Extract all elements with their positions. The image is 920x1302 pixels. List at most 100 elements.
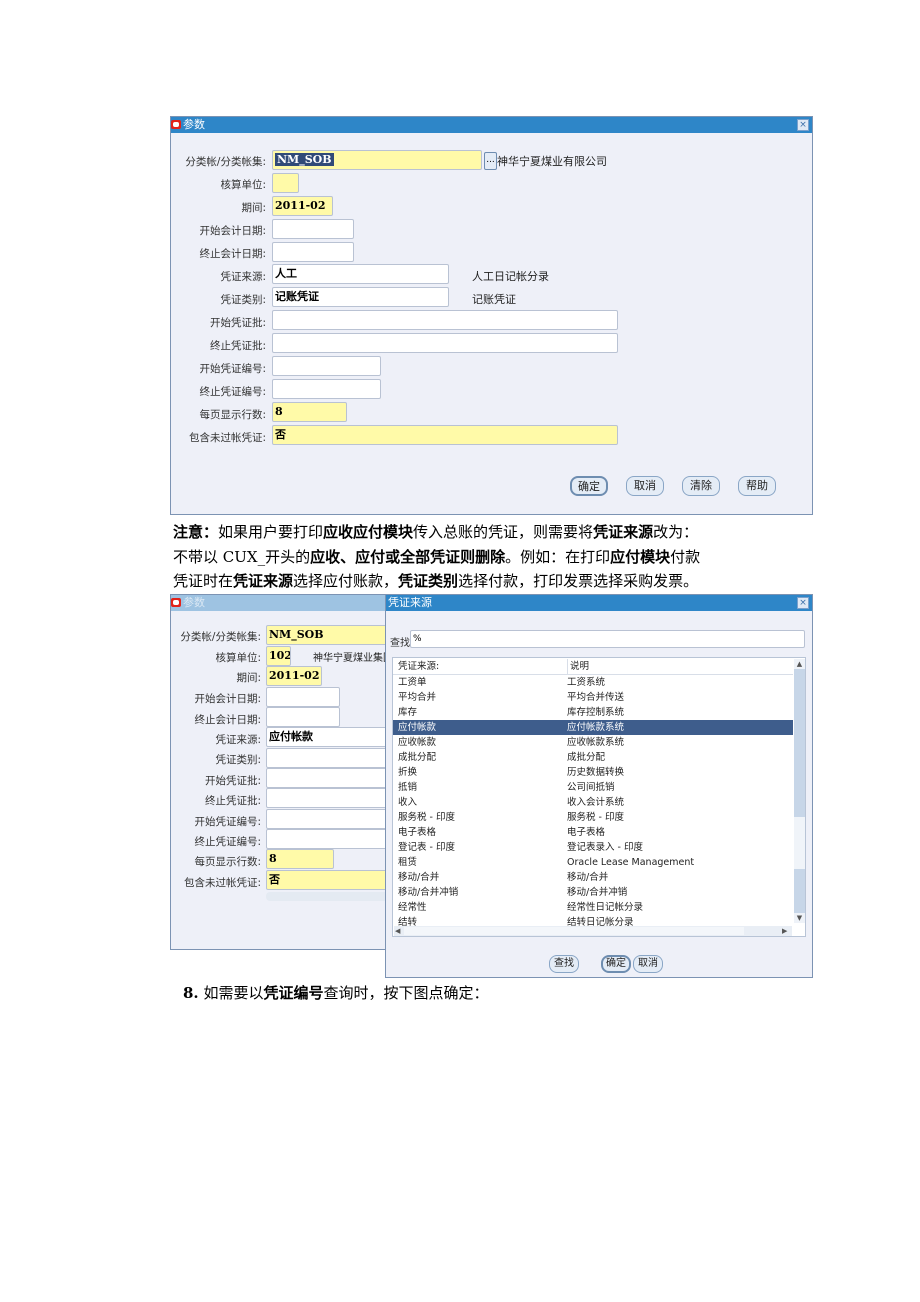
field-label: 期间: [236, 672, 261, 684]
field-label: 期间: [241, 202, 266, 214]
list-item[interactable]: 经常性 经常性日记帐分录 [393, 900, 793, 915]
scroll-up-icon[interactable]: ▲ [794, 659, 805, 669]
list-item[interactable]: 抵销 公司间抵销 [393, 780, 793, 795]
description-cell: 平均合并传送 [567, 692, 625, 703]
list-item[interactable]: 服务税 - 印度 服务税 - 印度 [393, 810, 793, 825]
list-item[interactable]: 应收帐款 应收帐款系统 [393, 735, 793, 750]
field-label: 凭证类别: [220, 294, 266, 306]
note-text: 选择应付账款， [293, 572, 399, 590]
column-header-description[interactable]: 说明 [567, 659, 589, 674]
description-cell: 成批分配 [567, 752, 606, 763]
list-item[interactable]: 登记表 - 印度 登记表录入 - 印度 [393, 840, 793, 855]
start-batch-field[interactable] [272, 310, 618, 330]
start-date-field[interactable] [272, 219, 354, 239]
column-header-source[interactable]: 凭证来源: [398, 659, 439, 674]
note-emphasis: 应付模块 [610, 548, 671, 566]
list-item[interactable]: 折换 历史数据转换 [393, 765, 793, 780]
field-label: 开始会计日期: [199, 225, 266, 237]
voucher-category-desc: 记账凭证 [472, 293, 516, 306]
list-item[interactable]: 租赁 Oracle Lease Management [393, 855, 793, 870]
description-cell: 工资系统 [567, 677, 606, 688]
step-emphasis: 凭证编号 [263, 984, 324, 1002]
list-item[interactable]: 平均合并 平均合并传送 [393, 690, 793, 705]
description-cell: 服务税 - 印度 [567, 812, 624, 823]
list-item[interactable]: 移动/合并 移动/合并 [393, 870, 793, 885]
note-text: 如果用户要打印 [218, 523, 324, 541]
rows-per-page-field[interactable]: 8 [272, 402, 347, 422]
horizontal-scrollbar[interactable]: ◀ ▶ [394, 926, 792, 936]
lov-list: 凭证来源: 说明 工资单 工资系统平均合并 平均合并传送库存 库存控制系统应付帐款 应付… [392, 657, 806, 937]
close-icon[interactable]: × [797, 597, 809, 609]
clear-button[interactable]: 清除 [682, 476, 720, 496]
include-unposted-field[interactable]: 否 [272, 425, 618, 445]
close-icon[interactable]: × [797, 119, 809, 131]
scroll-thumb[interactable] [794, 817, 805, 869]
description-cell: 库存控制系统 [567, 707, 625, 718]
note-emphasis: 凭证类别 [398, 572, 459, 590]
source-cell: 服务税 - 印度 [398, 812, 455, 823]
list-item[interactable]: 应付帐款 应付帐款系统 [393, 720, 793, 735]
window-title: 参数 [183, 596, 205, 609]
accounting-unit-field[interactable] [272, 173, 299, 193]
source-cell: 平均合并 [398, 692, 437, 703]
find-label: 查找 [390, 638, 410, 649]
find-input[interactable]: % [410, 630, 805, 648]
voucher-source-field[interactable]: 人工 [272, 264, 449, 284]
step-number: 8. [183, 984, 199, 1002]
field-label: 每页显示行数: [199, 409, 266, 421]
field-label: 终止凭证批: [204, 795, 261, 807]
end-date-field[interactable] [266, 707, 340, 727]
voucher-category-field[interactable]: 记账凭证 [272, 287, 449, 307]
source-cell: 租赁 [398, 857, 418, 868]
window-titlebar: 凭证来源 × [386, 595, 812, 611]
cancel-button[interactable]: 取消 [626, 476, 664, 496]
lov-button[interactable]: ... [484, 152, 497, 170]
note-emphasis: 注意： [173, 523, 219, 541]
field-label: 终止凭证批: [209, 340, 266, 352]
ledger-field[interactable]: NM_SOB [272, 150, 482, 170]
scroll-left-icon[interactable]: ◀ [395, 926, 400, 936]
find-button[interactable]: 查找 [549, 955, 579, 973]
window-title: 凭证来源 [388, 596, 432, 609]
start-date-field[interactable] [266, 687, 340, 707]
scroll-right-icon[interactable]: ▶ [782, 926, 787, 936]
description-cell: 登记表录入 - 印度 [567, 842, 643, 853]
note-text: 传入总账的凭证，则需要将 [413, 523, 594, 541]
field-label: 开始凭证批: [209, 317, 266, 329]
description-cell: 收入会计系统 [567, 797, 625, 808]
list-item[interactable]: 库存 库存控制系统 [393, 705, 793, 720]
field-label: 核算单位: [220, 179, 266, 191]
step-text: 如需要以 [203, 984, 264, 1002]
period-field[interactable]: 2011-02 [266, 666, 322, 686]
cancel-button[interactable]: 取消 [633, 955, 663, 973]
vertical-scrollbar[interactable]: ▲ ▼ [794, 659, 805, 923]
scroll-thumb[interactable] [404, 927, 744, 935]
field-label: 凭证来源: [220, 271, 266, 283]
source-cell: 移动/合并冲销 [398, 887, 459, 898]
list-item[interactable]: 工资单 工资系统 [393, 675, 793, 690]
field-label: 开始会计日期: [194, 693, 261, 705]
end-date-field[interactable] [272, 242, 354, 262]
step-text: 查询时，按下图点确定： [323, 984, 489, 1002]
field-label: 凭证来源: [215, 734, 261, 746]
source-cell: 库存 [398, 707, 418, 718]
period-field[interactable]: 2011-02 [272, 196, 333, 216]
list-item[interactable]: 移动/合并冲销 移动/合并冲销 [393, 885, 793, 900]
oracle-logo-icon [171, 598, 181, 607]
scroll-down-icon[interactable]: ▼ [794, 913, 805, 923]
list-item[interactable]: 成批分配 成批分配 [393, 750, 793, 765]
list-item[interactable]: 收入 收入会计系统 [393, 795, 793, 810]
list-header: 凭证来源: 说明 [393, 659, 793, 675]
end-batch-field[interactable] [272, 333, 618, 353]
help-button[interactable]: 帮助 [738, 476, 776, 496]
list-item[interactable]: 电子表格 电子表格 [393, 825, 793, 840]
end-number-field[interactable] [272, 379, 381, 399]
window-titlebar: 参数 × [171, 117, 812, 133]
start-number-field[interactable] [272, 356, 381, 376]
rows-per-page-field[interactable]: 8 [266, 849, 334, 869]
horizontal-scrollbar[interactable] [266, 892, 401, 901]
ok-button[interactable]: 确定 [570, 476, 608, 496]
note-text: 付款 [670, 548, 701, 566]
accounting-unit-field[interactable]: 102 [266, 646, 291, 666]
ok-button[interactable]: 确定 [601, 955, 631, 973]
